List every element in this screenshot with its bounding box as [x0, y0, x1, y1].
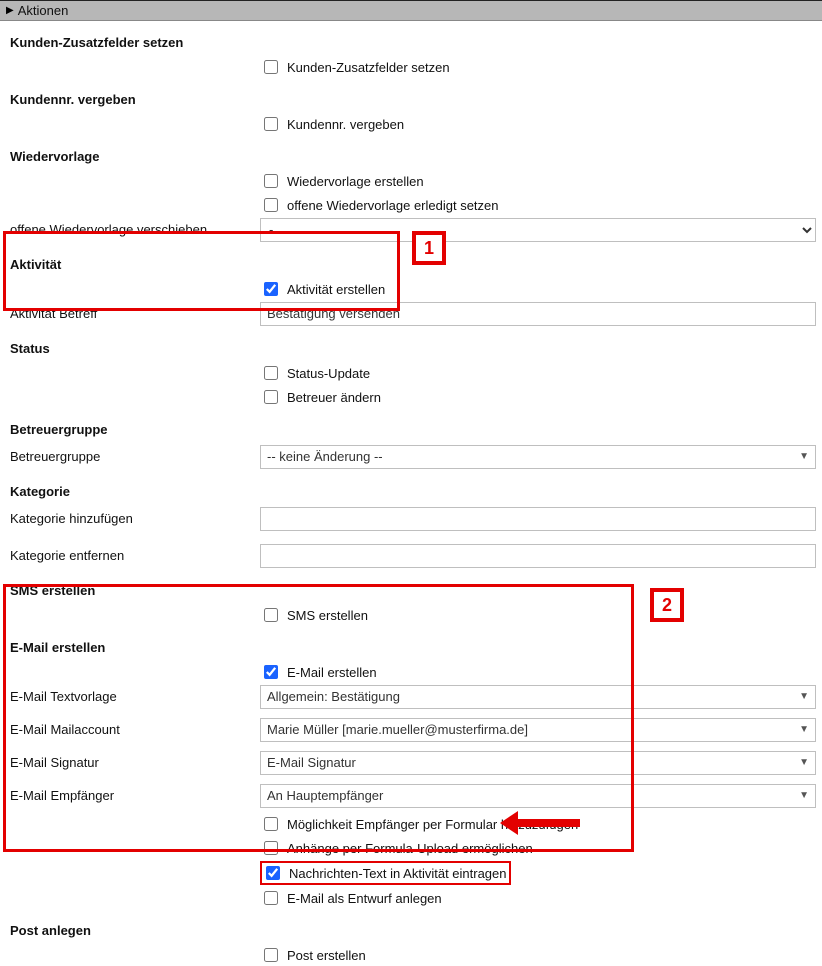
cb-email-anhaenge-label: Anhänge per Formula-Upload ermöglichen — [287, 841, 533, 856]
chevron-down-icon: ▼ — [799, 724, 809, 735]
label-betreuer: Betreuergruppe — [0, 443, 260, 470]
input-kat-remove[interactable] — [260, 544, 816, 568]
chevron-down-icon: ▼ — [799, 451, 809, 462]
input-aktivitaet-betreff[interactable] — [260, 302, 816, 326]
chevron-down-icon: ▼ — [799, 790, 809, 801]
cb-sms-label: SMS erstellen — [287, 608, 368, 623]
annotation-callout-2: 2 — [650, 588, 684, 622]
select-email-account[interactable]: Marie Müller [marie.mueller@musterfirma.… — [260, 718, 816, 742]
cb-kundennr[interactable]: Kundennr. vergeben — [260, 113, 404, 135]
cb-sms[interactable]: SMS erstellen — [260, 604, 368, 626]
cb-wv-erstellen-label: Wiedervorlage erstellen — [287, 174, 424, 189]
cb-wv-erstellen[interactable]: Wiedervorlage erstellen — [260, 170, 424, 192]
cb-kunden-zusatz-label: Kunden-Zusatzfelder setzen — [287, 60, 450, 75]
section-header[interactable]: ▶ Aktionen — [0, 0, 822, 21]
label-kat-remove: Kategorie entfernen — [0, 542, 260, 569]
select-betreuer[interactable]: -- keine Änderung -- ▼ — [260, 445, 816, 469]
cb-wv-erledigt-label: offene Wiedervorlage erledigt setzen — [287, 198, 499, 213]
cb-email-erstellen-label: E-Mail erstellen — [287, 665, 377, 680]
label-email-vorlage: E-Mail Textvorlage — [0, 683, 260, 710]
cb-aktivitaet-erstellen[interactable]: Aktivität erstellen — [260, 278, 385, 300]
select-wv-shift[interactable]: - — [260, 218, 816, 242]
select-email-account-value: Marie Müller [marie.mueller@musterfirma.… — [267, 722, 528, 737]
label-email-signatur: E-Mail Signatur — [0, 749, 260, 776]
cb-status-update[interactable]: Status-Update — [260, 362, 370, 384]
section-header-title: Aktionen — [18, 3, 69, 18]
chevron-down-icon: ▼ — [799, 757, 809, 768]
annotation-callout-1: 1 — [412, 231, 446, 265]
cb-status-betreuer-label: Betreuer ändern — [287, 390, 381, 405]
cb-post[interactable]: Post erstellen — [260, 944, 366, 966]
cb-status-update-label: Status-Update — [287, 366, 370, 381]
cb-post-label: Post erstellen — [287, 948, 366, 963]
heading-email: E-Mail erstellen — [0, 626, 822, 661]
chevron-down-icon: ▼ — [799, 691, 809, 702]
select-email-vorlage[interactable]: Allgemein: Bestätigung ▼ — [260, 685, 816, 709]
select-email-vorlage-value: Allgemein: Bestätigung — [267, 689, 400, 704]
expand-icon: ▶ — [6, 5, 14, 16]
select-email-empf-value: An Hauptempfänger — [267, 788, 383, 803]
heading-kategorie: Kategorie — [0, 470, 822, 505]
heading-aktivitaet: Aktivität — [0, 243, 822, 278]
cb-kunden-zusatz[interactable]: Kunden-Zusatzfelder setzen — [260, 56, 450, 78]
cb-email-anhaenge[interactable]: Anhänge per Formula-Upload ermöglichen — [260, 837, 533, 859]
heading-sms: SMS erstellen — [0, 569, 822, 604]
label-kat-add: Kategorie hinzufügen — [0, 505, 260, 532]
select-email-empf[interactable]: An Hauptempfänger ▼ — [260, 784, 816, 808]
select-betreuer-value: -- keine Änderung -- — [267, 449, 383, 464]
label-wv-shift: offene Wiedervorlage verschieben — [0, 216, 260, 243]
cb-status-betreuer[interactable]: Betreuer ändern — [260, 386, 381, 408]
select-email-signatur[interactable]: E-Mail Signatur ▼ — [260, 751, 816, 775]
annotation-arrow — [500, 811, 580, 835]
heading-post: Post anlegen — [0, 909, 822, 944]
label-aktivitaet-betreff: Aktivität Betreff — [0, 300, 260, 327]
input-kat-add[interactable] — [260, 507, 816, 531]
heading-kunden-zusatz: Kunden-Zusatzfelder setzen — [0, 21, 822, 56]
select-email-signatur-value: E-Mail Signatur — [267, 755, 356, 770]
label-email-empf: E-Mail Empfänger — [0, 782, 260, 809]
heading-betreuer: Betreuergruppe — [0, 408, 822, 443]
cb-email-nachricht[interactable]: Nachrichten-Text in Aktivität eintragen — [260, 861, 511, 885]
cb-email-entwurf[interactable]: E-Mail als Entwurf anlegen — [260, 887, 442, 909]
cb-email-nachricht-label: Nachrichten-Text in Aktivität eintragen — [289, 866, 507, 881]
heading-status: Status — [0, 327, 822, 362]
label-email-account: E-Mail Mailaccount — [0, 716, 260, 743]
cb-email-erstellen[interactable]: E-Mail erstellen — [260, 661, 377, 683]
cb-kundennr-label: Kundennr. vergeben — [287, 117, 404, 132]
cb-wv-erledigt[interactable]: offene Wiedervorlage erledigt setzen — [260, 194, 499, 216]
cb-email-entwurf-label: E-Mail als Entwurf anlegen — [287, 891, 442, 906]
heading-wiedervorlage: Wiedervorlage — [0, 135, 822, 170]
heading-kundennr: Kundennr. vergeben — [0, 78, 822, 113]
cb-aktivitaet-erstellen-label: Aktivität erstellen — [287, 282, 385, 297]
